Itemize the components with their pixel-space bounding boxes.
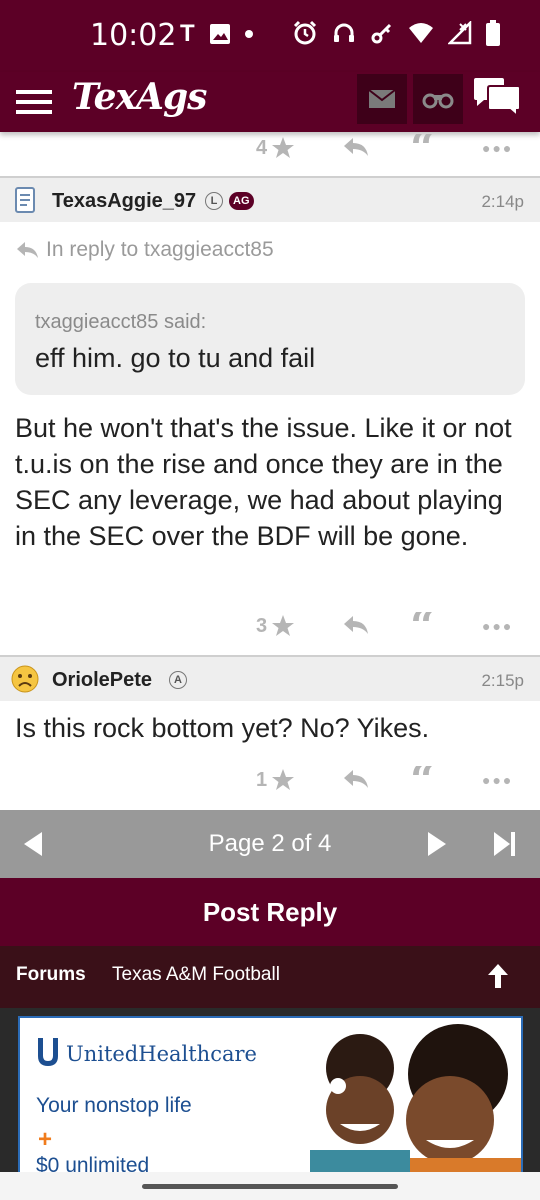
post-header: TexasAggie_97 L AG 2:14p (0, 176, 540, 222)
battery-icon (486, 20, 500, 46)
badge-ag: AG (229, 192, 254, 210)
binoculars-button[interactable] (413, 74, 463, 124)
notepad-avatar-icon (15, 187, 35, 213)
breadcrumb: Forums Texas A&M Football (0, 946, 540, 1008)
ad-banner[interactable]: UnitedHealthcare Your nonstop life + $0 … (0, 1008, 540, 1178)
more-icon[interactable]: ●●● (482, 140, 513, 156)
username[interactable]: TexasAggie_97 (52, 190, 196, 213)
ad-card[interactable]: UnitedHealthcare Your nonstop life + $0 … (18, 1016, 523, 1178)
reply-icon[interactable] (342, 136, 370, 158)
page-indicator: Page 2 of 4 (208, 830, 332, 857)
mail-button[interactable] (357, 74, 407, 124)
chat-icon[interactable] (472, 76, 524, 122)
ad-brand: UnitedHealthcare (66, 1042, 257, 1066)
menu-icon[interactable] (14, 82, 54, 122)
post-time: 2:14p (481, 192, 524, 211)
worried-face-avatar-icon (11, 665, 39, 693)
in-reply-label: In reply to txaggieacct85 (46, 238, 274, 261)
more-icon[interactable]: ●●● (482, 772, 513, 788)
post-actions: 4 “ ●●● (0, 128, 540, 168)
reply-icon[interactable] (342, 614, 370, 636)
home-gesture-pill[interactable] (142, 1184, 398, 1189)
star-icon (272, 769, 295, 790)
ad-photo (300, 1018, 521, 1176)
quote-icon[interactable]: “ (410, 134, 435, 164)
image-notification-icon (209, 24, 230, 44)
rating-count: 1 (256, 768, 268, 791)
quote-author: txaggieacct85 said: (35, 311, 207, 333)
more-icon[interactable]: ●●● (482, 618, 513, 634)
status-bar: 10:02 T (0, 0, 540, 72)
in-reply-to[interactable]: In reply to txaggieacct85 (16, 238, 274, 262)
ad-tagline: Your nonstop life (36, 1094, 192, 1117)
post-actions: 3 “ ●●● (0, 606, 540, 646)
post-body: Is this rock bottom yet? No? Yikes. (15, 713, 430, 743)
last-page-icon[interactable] (492, 830, 518, 858)
signal-icon (448, 21, 472, 45)
post-actions: 1 “ ●●● (0, 760, 540, 800)
badge-a: A (169, 671, 187, 689)
username[interactable]: OriolePete (52, 669, 152, 692)
rating[interactable]: 1 (256, 768, 295, 792)
binoculars-icon (422, 93, 454, 109)
breadcrumb-section[interactable]: Texas A&M Football (112, 964, 280, 986)
carrier-icon: T (180, 20, 195, 47)
scroll-to-top-icon[interactable] (486, 962, 510, 990)
star-icon (272, 137, 295, 158)
quote-icon[interactable]: “ (410, 766, 435, 796)
dot-icon (244, 30, 253, 38)
reply-icon[interactable] (342, 768, 370, 790)
post-header: OriolePete A 2:15p (0, 655, 540, 701)
quote-text: eff him. go to tu and fail (35, 343, 316, 373)
quote-block: txaggieacct85 said: eff him. go to tu an… (15, 283, 525, 395)
quote-icon[interactable]: “ (410, 612, 435, 642)
headset-icon (334, 23, 354, 42)
rating[interactable]: 3 (256, 614, 295, 638)
alarm-icon (293, 20, 317, 45)
rating[interactable]: 4 (256, 136, 295, 160)
reply-arrow-icon (17, 242, 38, 258)
system-nav-bar (0, 1172, 540, 1200)
rating-count: 4 (256, 136, 268, 159)
post-time: 2:15p (481, 671, 524, 690)
wifi-icon (409, 23, 433, 43)
ad-plus: + (38, 1126, 53, 1153)
uhc-logo-icon (38, 1038, 58, 1066)
star-icon (272, 615, 295, 636)
pager: Page 2 of 4 (0, 810, 540, 878)
post-body: But he won't that's the issue. Like it o… (15, 413, 512, 551)
post-reply-button[interactable]: Post Reply (0, 878, 540, 946)
app-header: TexAgs (0, 72, 540, 132)
breadcrumb-forums[interactable]: Forums (16, 964, 86, 986)
rating-count: 3 (256, 614, 268, 637)
next-page-icon[interactable] (426, 830, 448, 858)
mail-icon (368, 89, 396, 108)
logo[interactable]: TexAgs (72, 76, 207, 118)
key-icon (371, 23, 392, 44)
badge-l: L (205, 192, 223, 210)
status-time: 10:02 (90, 18, 177, 53)
